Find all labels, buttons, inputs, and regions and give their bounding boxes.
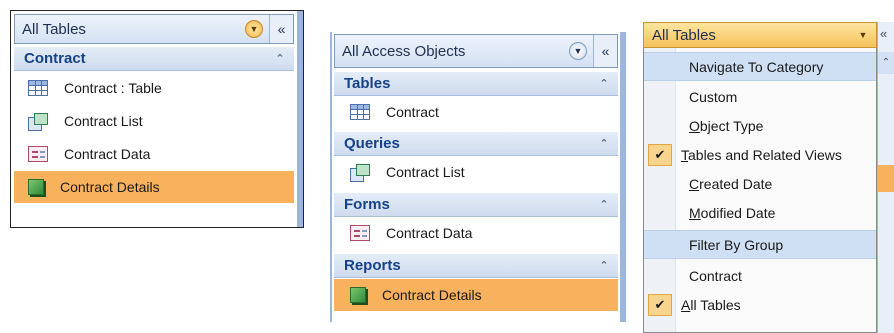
menu-item-object-type[interactable]: Object Type — [644, 111, 876, 140]
menu-item-label: Created Date — [689, 175, 773, 192]
collapse-chevron-icon: ⌃ — [878, 52, 894, 74]
query-icon — [350, 164, 370, 182]
collapse-chevron-icon[interactable]: ⌃ — [590, 259, 618, 272]
collapse-chevron-icon[interactable]: ⌃ — [590, 137, 618, 150]
item-label: Contract List — [386, 164, 465, 180]
nav-pane-header[interactable]: All Tables ▼ « — [14, 14, 294, 44]
category-dropdown-menu: Navigate To Category Custom Object Type … — [643, 48, 877, 333]
list-item-contract-details[interactable]: Contract Details — [14, 171, 294, 203]
checkmark-icon: ✔ — [648, 143, 672, 166]
group-title: Forms — [344, 196, 390, 213]
menu-item-label: Modified Date — [689, 204, 776, 221]
chevron-down-circle-icon[interactable]: ▼ — [569, 42, 587, 60]
menu-section-filter-by-group: Filter By Group — [644, 230, 876, 259]
form-icon — [350, 225, 370, 241]
shutter-bar-close-button[interactable]: « — [269, 15, 293, 43]
item-label: Contract Data — [386, 225, 473, 241]
menu-item-tables-and-related-views[interactable]: ✔ Tables and Related Views — [644, 140, 876, 169]
chevron-down-icon[interactable]: ▼ — [854, 26, 872, 44]
item-label: Contract Data — [64, 146, 151, 162]
menu-item-label: Custom — [689, 88, 738, 105]
menu-item-label: Tables and Related Views — [681, 146, 842, 163]
selected-row-edge — [878, 165, 894, 192]
list-item-contract-list[interactable]: Contract List — [334, 157, 618, 187]
section-label: Filter By Group — [689, 236, 784, 253]
item-label: Contract Details — [60, 179, 160, 195]
group-header-queries[interactable]: Queries ⌃ — [334, 132, 618, 156]
group-header-contract[interactable]: Contract ⌃ — [14, 47, 294, 71]
group-title: Reports — [344, 257, 401, 274]
nav-pane-body: All Tables ▼ « Contract ⌃ Contract : Tab… — [11, 11, 303, 227]
item-label: Contract : Table — [64, 80, 162, 96]
checkmark-icon: ✔ — [648, 293, 672, 316]
list-item-contract[interactable]: Contract — [334, 97, 618, 127]
item-label: Contract Details — [382, 287, 482, 303]
group-header-tables[interactable]: Tables ⌃ — [334, 72, 618, 96]
list-item-contract-details[interactable]: Contract Details — [334, 279, 618, 311]
collapse-chevron-icon[interactable]: ⌃ — [590, 198, 618, 211]
nav-pane-title: All Tables — [652, 26, 716, 44]
collapse-chevron-icon[interactable]: ⌃ — [266, 52, 294, 65]
menu-item-contract[interactable]: Contract — [644, 261, 876, 290]
group-title: Tables — [344, 75, 391, 92]
nav-pane-header[interactable]: All Access Objects ▼ « — [334, 34, 618, 68]
menu-item-label: All Tables — [681, 296, 741, 313]
report-icon — [28, 179, 44, 195]
menu-item-label: Object Type — [689, 117, 764, 134]
chevron-down-circle-icon[interactable]: ▼ — [245, 20, 263, 38]
chevron-left-icon: « — [880, 26, 888, 41]
group-title: Queries — [344, 135, 400, 152]
nav-pane-category-menu: « ⌃ All Tables ▼ Navigate To Category Cu… — [643, 22, 894, 333]
menu-section-navigate-to-category: Navigate To Category — [644, 52, 876, 81]
menu-item-modified-date[interactable]: Modified Date — [644, 198, 876, 227]
menu-item-custom[interactable]: Custom — [644, 82, 876, 111]
pane-border — [620, 32, 626, 322]
table-icon — [28, 80, 48, 96]
nav-pane-title: All Access Objects — [342, 42, 466, 60]
list-item-contract-data[interactable]: Contract Data — [334, 218, 618, 248]
nav-pane-all-access-objects: All Access Objects ▼ « Tables ⌃ Contract… — [330, 32, 626, 322]
menu-item-label: Contract — [689, 267, 742, 284]
form-icon — [28, 146, 48, 162]
query-icon — [28, 113, 48, 131]
report-icon — [350, 287, 366, 303]
group-title: Contract — [24, 50, 86, 67]
item-label: Contract — [386, 104, 439, 120]
table-icon — [350, 104, 370, 120]
nav-pane-all-tables: All Tables ▼ « Contract ⌃ Contract : Tab… — [10, 10, 304, 228]
list-item-contract-table[interactable]: Contract : Table — [14, 73, 294, 103]
shutter-bar-close-button[interactable]: « — [593, 35, 617, 67]
list-item-contract-data[interactable]: Contract Data — [14, 139, 294, 169]
menu-item-all-tables[interactable]: ✔ All Tables — [644, 290, 876, 319]
underlying-pane-edge: « ⌃ — [877, 22, 894, 333]
collapse-chevron-icon[interactable]: ⌃ — [590, 77, 618, 90]
menu-item-created-date[interactable]: Created Date — [644, 169, 876, 198]
section-label: Navigate To Category — [689, 58, 824, 75]
list-item-contract-list[interactable]: Contract List — [14, 106, 294, 136]
nav-pane-title: All Tables — [22, 20, 86, 38]
group-header-reports[interactable]: Reports ⌃ — [334, 254, 618, 278]
group-header-forms[interactable]: Forms ⌃ — [334, 193, 618, 217]
nav-pane-header[interactable]: All Tables ▼ — [643, 22, 877, 48]
item-label: Contract List — [64, 113, 143, 129]
